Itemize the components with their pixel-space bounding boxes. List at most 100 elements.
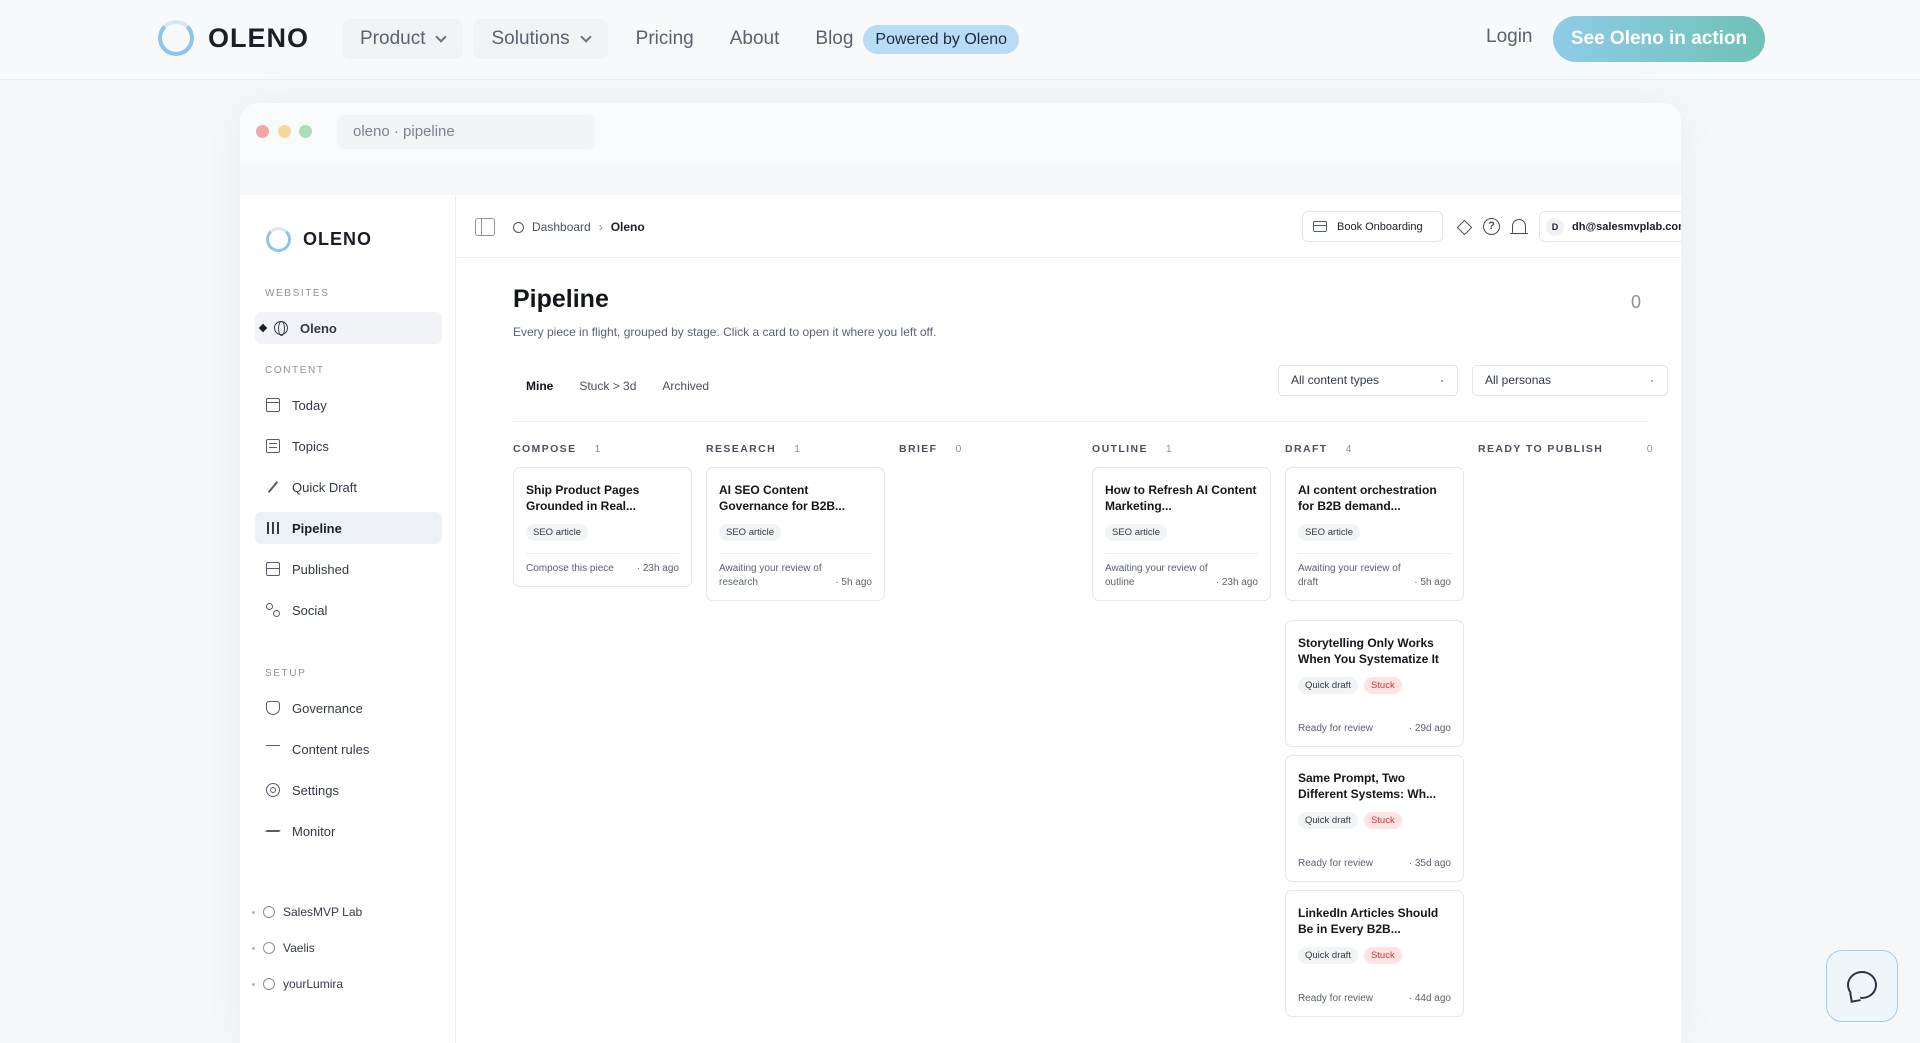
- breadcrumb: Dashboard › Oleno: [513, 220, 645, 234]
- see-oleno-button[interactable]: See Oleno in action: [1553, 16, 1765, 62]
- card-tags: SEO article: [1105, 524, 1258, 541]
- card-status: Ready for review: [1298, 993, 1374, 1004]
- column-header-research: RESEARCH 1: [706, 443, 801, 455]
- workspace-salesmvp-lab[interactable]: SalesMVP Lab: [252, 905, 362, 919]
- column-count: 0: [955, 443, 963, 455]
- chevron-down-icon: [435, 31, 448, 43]
- sidebar-item-governance[interactable]: Governance: [255, 692, 442, 724]
- sidebar-item-label: Governance: [292, 700, 363, 716]
- sidebar-item-settings[interactable]: Settings: [255, 774, 442, 806]
- nav-links: Product Solutions Pricing About Blog Pow…: [342, 19, 1020, 59]
- book-onboarding-button[interactable]: Book Onboarding: [1302, 211, 1443, 242]
- card-age: · 5h ago: [835, 577, 872, 588]
- card-tags: Quick draft Stuck: [1298, 812, 1451, 829]
- workspace-vaelis[interactable]: Vaelis: [252, 941, 315, 955]
- content-type-select[interactable]: All content types: [1278, 365, 1458, 396]
- breadcrumb-dashboard[interactable]: Dashboard: [532, 220, 591, 234]
- app-topbar: Dashboard › Oleno Book Onboarding ? D dh…: [457, 196, 1681, 258]
- sidebar-item-topics[interactable]: Topics: [255, 430, 442, 462]
- workspace-circle-icon: [263, 942, 275, 954]
- pipeline-card[interactable]: AI SEO Content Governance for B2B... SEO…: [706, 467, 885, 601]
- sidebar-brand[interactable]: OLENO: [266, 227, 372, 252]
- sidebar-site-label: Oleno: [300, 320, 337, 336]
- sidebar-site-oleno[interactable]: Oleno: [255, 312, 442, 344]
- dashboard-icon: [513, 221, 524, 233]
- diamond-icon[interactable]: [1456, 219, 1473, 236]
- list-icon: [266, 439, 280, 453]
- persona-select[interactable]: All personas: [1472, 365, 1668, 396]
- pipeline-card[interactable]: AI content orchestration for B2B demand.…: [1285, 467, 1464, 601]
- pipeline-card[interactable]: Ship Product Pages Grounded in Real... S…: [513, 467, 692, 587]
- sidebar-item-monitor[interactable]: Monitor: [255, 815, 442, 847]
- minimize-dot-icon: [278, 125, 291, 138]
- pipeline-card[interactable]: Storytelling Only Works When You Systema…: [1285, 620, 1464, 747]
- page-title: Pipeline: [513, 285, 609, 313]
- column-header-outline: OUTLINE 1: [1092, 443, 1173, 455]
- sidebar-item-label: Quick Draft: [292, 479, 358, 495]
- help-icon[interactable]: ?: [1483, 218, 1500, 235]
- nav-about[interactable]: About: [712, 19, 798, 59]
- workspace-circle-icon: [263, 978, 275, 990]
- sidebar-item-today[interactable]: Today: [255, 389, 442, 421]
- card-status: Awaiting your review of draft: [1298, 563, 1401, 588]
- sidebar-item-content-rules[interactable]: Content rules: [255, 733, 442, 765]
- close-dot-icon: [256, 125, 269, 138]
- bell-icon[interactable]: [1510, 219, 1528, 234]
- sidebar-brand-name: OLENO: [303, 229, 373, 249]
- card-status: Ready for review: [1298, 858, 1374, 869]
- nav-solutions-label: Solutions: [491, 28, 570, 49]
- column-header-draft: DRAFT 4: [1285, 443, 1353, 455]
- sidebar-item-label: Today: [292, 397, 327, 413]
- card-title: Storytelling Only Works When You Systema…: [1298, 636, 1439, 666]
- social-icon: [266, 603, 280, 617]
- card-age: · 5h ago: [1414, 577, 1451, 588]
- workspace-yourlumira[interactable]: yourLumira: [252, 977, 343, 991]
- gear-icon: [266, 783, 280, 797]
- nav-product-label: Product: [360, 28, 426, 49]
- login-link[interactable]: Login: [1486, 26, 1533, 48]
- type-tag: SEO article: [526, 524, 589, 541]
- shield-icon: [266, 701, 280, 715]
- sidebar-item-quick-draft[interactable]: Quick Draft: [255, 471, 442, 503]
- tab-archived[interactable]: Archived: [649, 371, 722, 401]
- card-age: · 35d ago: [1408, 858, 1451, 869]
- pipeline-card[interactable]: LinkedIn Articles Should Be in Every B2B…: [1285, 890, 1464, 1017]
- tab-stuck[interactable]: Stuck > 3d: [566, 371, 649, 401]
- chevron-down-icon: [579, 31, 592, 43]
- sidebar-toggle-icon[interactable]: [475, 218, 495, 236]
- card-tags: Quick draft Stuck: [1298, 677, 1451, 694]
- nav-solutions[interactable]: Solutions: [473, 19, 608, 59]
- card-footer: Ready for review · 44d ago: [1298, 976, 1451, 1016]
- column-name: COMPOSE: [513, 443, 577, 455]
- filter-tabs: Mine Stuck > 3d Archived: [513, 371, 722, 401]
- column-count: 1: [594, 443, 602, 455]
- nav-blog[interactable]: Blog: [797, 19, 853, 59]
- sidebar-item-published[interactable]: Published: [255, 553, 442, 585]
- pipeline-card[interactable]: How to Refresh AI Content Marketing... S…: [1092, 467, 1271, 601]
- tab-mine[interactable]: Mine: [513, 371, 566, 401]
- sidebar-item-pipeline[interactable]: Pipeline: [255, 512, 442, 544]
- powered-badge[interactable]: Powered by Oleno: [863, 24, 1020, 54]
- user-menu[interactable]: D dh@salesmvplab.com: [1539, 211, 1681, 242]
- content-section-label: CONTENT: [265, 365, 325, 376]
- marketing-nav: OLENO Product Solutions Pricing About Bl…: [0, 0, 1920, 80]
- divider: [513, 421, 1649, 422]
- brand-logo[interactable]: OLENO: [158, 20, 309, 56]
- workspace-circle-icon: [263, 906, 275, 918]
- type-tag: Quick draft: [1298, 812, 1358, 829]
- type-tag: Quick draft: [1298, 677, 1358, 694]
- card-title: AI content orchestration for B2B demand.…: [1298, 483, 1437, 513]
- nav-pricing[interactable]: Pricing: [618, 19, 712, 59]
- workspace-label: Vaelis: [283, 941, 315, 955]
- published-icon: [266, 562, 280, 576]
- sidebar-item-social[interactable]: Social: [255, 594, 442, 626]
- chat-launcher-button[interactable]: [1826, 950, 1898, 1022]
- pencil-icon: [266, 480, 280, 494]
- column-count: 1: [794, 443, 802, 455]
- setup-section-label: SETUP: [265, 668, 307, 679]
- workspace-label: SalesMVP Lab: [283, 905, 363, 919]
- pipeline-card[interactable]: Same Prompt, Two Different Systems: Wh..…: [1285, 755, 1464, 882]
- workspace-label: yourLumira: [283, 977, 344, 991]
- nav-product[interactable]: Product: [342, 19, 464, 59]
- column-count: 0: [1646, 443, 1654, 455]
